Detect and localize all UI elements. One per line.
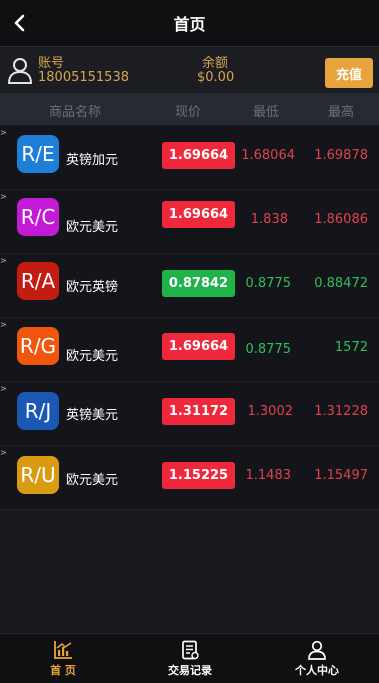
document-icon bbox=[182, 640, 199, 660]
current-price: 1.69664 bbox=[162, 333, 235, 360]
back-button[interactable] bbox=[10, 11, 32, 35]
chevron-left-icon bbox=[14, 14, 25, 32]
table-header: 商品名称 现价 最低 最高 bbox=[0, 93, 379, 125]
product-logo: R/U bbox=[17, 456, 59, 494]
row-marker: > bbox=[0, 384, 7, 393]
product-logo: R/E bbox=[17, 135, 59, 173]
table-row[interactable]: > R/G 欧元美元 1.69664 0.8775 1572 bbox=[0, 318, 379, 382]
current-price: 1.69664 bbox=[162, 142, 235, 169]
user-icon bbox=[308, 640, 326, 660]
tab-profile[interactable]: 个人中心 bbox=[282, 634, 352, 683]
row-marker: > bbox=[0, 128, 7, 137]
row-marker: > bbox=[0, 448, 7, 457]
account-panel: 账号 18005151538 余额 $0.00 充值 bbox=[0, 46, 379, 92]
current-price: 1.69664 bbox=[162, 201, 235, 228]
product-name: 英镑美元 bbox=[66, 408, 119, 423]
current-price: 1.31172 bbox=[162, 398, 235, 425]
row-marker: > bbox=[0, 320, 7, 329]
product-logo: R/J bbox=[17, 392, 59, 430]
column-header-name: 商品名称 bbox=[49, 105, 102, 120]
recharge-button[interactable]: 充值 bbox=[325, 58, 373, 88]
high-price: 1.69878 bbox=[314, 148, 368, 163]
product-logo: R/C bbox=[17, 198, 59, 236]
high-price: 1.15497 bbox=[314, 468, 368, 483]
low-price: 1.1483 bbox=[245, 468, 292, 483]
column-header-high: 最高 bbox=[328, 105, 355, 120]
product-name: 欧元美元 bbox=[66, 473, 119, 488]
current-price: 1.15225 bbox=[162, 462, 235, 489]
tab-trade-records[interactable]: 交易记录 bbox=[155, 634, 225, 683]
tab-home-label: 首 页 bbox=[50, 664, 76, 677]
tab-trade-records-label: 交易记录 bbox=[168, 664, 212, 677]
high-price: 1.31228 bbox=[314, 404, 368, 419]
row-marker: > bbox=[0, 256, 7, 265]
table-row[interactable]: > R/A 欧元英镑 0.87842 0.8775 0.88472 bbox=[0, 254, 379, 318]
high-price: 0.88472 bbox=[314, 276, 368, 291]
user-icon bbox=[7, 58, 33, 84]
account-label: 账号 bbox=[38, 56, 65, 71]
table-row[interactable]: > R/E 英镑加元 1.69664 1.68064 1.69878 bbox=[0, 126, 379, 190]
low-price: 1.838 bbox=[250, 212, 288, 227]
low-price: 0.8775 bbox=[245, 342, 292, 357]
table-row[interactable]: > R/C 欧元美元 1.69664 1.838 1.86086 bbox=[0, 190, 379, 254]
tab-home[interactable]: 首 页 bbox=[33, 634, 93, 683]
high-price: 1572 bbox=[334, 340, 368, 355]
tab-profile-label: 个人中心 bbox=[295, 664, 339, 677]
balance-value: $0.00 bbox=[197, 70, 235, 85]
top-bar: 首页 bbox=[0, 0, 379, 46]
product-name: 欧元美元 bbox=[66, 220, 119, 235]
account-number: 18005151538 bbox=[38, 70, 129, 85]
product-logo: R/G bbox=[17, 327, 59, 365]
column-header-low: 最低 bbox=[253, 105, 280, 120]
page-title: 首页 bbox=[173, 15, 206, 34]
row-marker: > bbox=[0, 192, 7, 201]
balance-label: 余额 bbox=[202, 56, 229, 71]
low-price: 1.3002 bbox=[247, 404, 294, 419]
product-name: 欧元英镑 bbox=[66, 280, 119, 295]
product-name: 欧元美元 bbox=[66, 349, 119, 364]
table-row[interactable]: > R/U 欧元美元 1.15225 1.1483 1.15497 bbox=[0, 446, 379, 510]
current-price: 0.87842 bbox=[162, 270, 235, 297]
low-price: 1.68064 bbox=[241, 148, 295, 163]
low-price: 0.8775 bbox=[245, 276, 292, 291]
table-row[interactable]: > R/J 英镑美元 1.31172 1.3002 1.31228 bbox=[0, 382, 379, 446]
chart-icon bbox=[54, 641, 72, 659]
product-logo: R/A bbox=[17, 262, 59, 300]
high-price: 1.86086 bbox=[314, 212, 368, 227]
product-name: 英镑加元 bbox=[66, 153, 119, 168]
column-header-price: 现价 bbox=[175, 105, 202, 120]
bottom-tab-bar: 首 页 交易记录 个人中心 bbox=[0, 633, 379, 683]
